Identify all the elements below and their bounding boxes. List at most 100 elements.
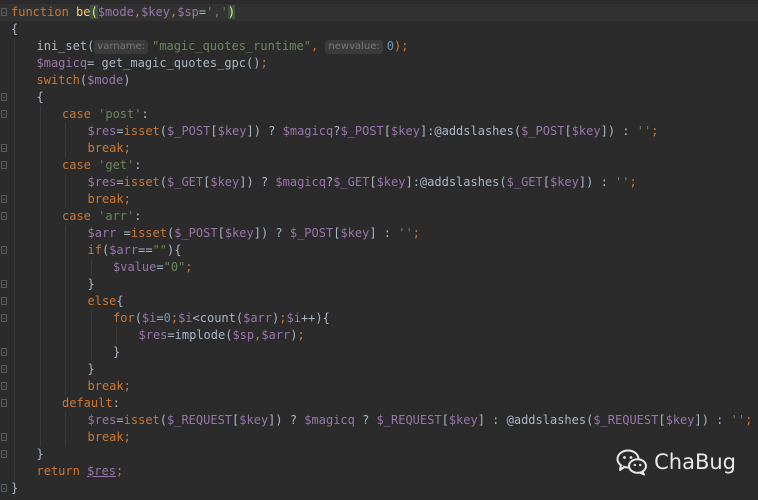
code-token: $res [139, 328, 168, 342]
code-token: $_POST [174, 226, 217, 240]
fold-marker-icon[interactable] [1, 8, 7, 16]
code-line[interactable]: break; [0, 140, 758, 157]
code-line[interactable]: case 'get': [0, 157, 758, 174]
code-token: $key [550, 175, 579, 189]
parameter-hint: newvalue: [325, 40, 382, 54]
code-token: be [76, 5, 90, 19]
code-text: break; [88, 140, 131, 157]
code-line[interactable]: break; [0, 429, 758, 446]
fold-marker-icon[interactable] [1, 144, 7, 152]
code-text: function be($mode,$key,$sp=',') [11, 4, 235, 21]
code-token: $mode [98, 5, 134, 19]
code-token: ]) : [695, 413, 731, 427]
code-token: $key [449, 413, 478, 427]
fold-marker-icon[interactable] [1, 433, 7, 441]
code-token: ; [260, 56, 267, 70]
code-token: case [62, 107, 98, 121]
code-token: $magicq [275, 175, 326, 189]
fold-marker-icon[interactable] [1, 161, 7, 169]
code-token: ( [90, 5, 97, 19]
code-token: $key [340, 226, 369, 240]
code-line[interactable]: $res=isset($_REQUEST[$key]) ? $magicq ? … [0, 412, 758, 429]
code-text: case 'post': [62, 106, 149, 123]
code-token: "" [153, 243, 167, 257]
code-line[interactable]: { [0, 21, 758, 38]
fold-marker-icon[interactable] [1, 365, 7, 373]
code-token: $_REQUEST [167, 413, 232, 427]
code-token: $res [88, 175, 117, 189]
fold-marker-icon[interactable] [1, 195, 7, 203]
code-token: $res [88, 413, 117, 427]
code-line[interactable]: for($i=0;$i<count($arr);$i++){ [0, 310, 758, 327]
code-line[interactable]: $res=implode($sp,$arr); [0, 327, 758, 344]
code-token: ; [298, 328, 305, 342]
code-editor[interactable]: function be($mode,$key,$sp=','){ini_set(… [0, 0, 758, 500]
code-line[interactable]: case 'arr': [0, 208, 758, 225]
code-line[interactable]: $res=isset($_POST[$key]) ? $magicq?$_POS… [0, 123, 758, 140]
code-token: isset [124, 124, 160, 138]
code-line[interactable]: case 'post': [0, 106, 758, 123]
code-token: ( [160, 175, 167, 189]
code-token: break [88, 379, 124, 393]
code-token: $key [141, 5, 170, 19]
code-token: [ [543, 175, 550, 189]
fold-marker-icon[interactable] [1, 484, 7, 492]
code-token: ( [135, 311, 142, 325]
code-token: $_GET [333, 175, 369, 189]
code-line[interactable]: if($arr==""){ [0, 242, 758, 259]
code-line[interactable]: $arr =isset($_POST[$key]) ? $_POST[$key]… [0, 225, 758, 242]
code-token: $res [88, 124, 117, 138]
code-token: ) [290, 328, 297, 342]
code-token: ',' [206, 5, 228, 19]
code-token: ]) ? [268, 413, 304, 427]
code-token: case [62, 158, 98, 172]
code-text: return $res; [37, 463, 124, 480]
fold-marker-icon[interactable] [1, 450, 7, 458]
fold-marker-icon[interactable] [1, 212, 7, 220]
code-token: $arr [261, 328, 290, 342]
code-token: ; [116, 464, 123, 478]
fold-marker-icon[interactable] [1, 93, 7, 101]
code-line[interactable]: } [0, 344, 758, 361]
code-text: $res=implode($sp,$arr); [139, 327, 305, 344]
code-line[interactable]: default: [0, 395, 758, 412]
code-token: : [134, 158, 141, 172]
code-token: ; [629, 175, 636, 189]
code-line[interactable]: $res=isset($_GET[$key]) ? $magicq?$_GET[… [0, 174, 758, 191]
code-token: ; [651, 124, 658, 138]
code-text: } [11, 480, 18, 497]
code-line[interactable]: break; [0, 191, 758, 208]
fold-marker-icon[interactable] [1, 348, 7, 356]
code-line[interactable]: break; [0, 378, 758, 395]
code-token: , [311, 39, 325, 53]
code-token: = [116, 175, 123, 189]
watermark-text: ChaBug [654, 450, 736, 474]
code-text: break; [88, 378, 131, 395]
code-text: case 'arr': [62, 208, 141, 225]
code-line[interactable]: switch($mode) [0, 72, 758, 89]
code-line[interactable]: } [0, 361, 758, 378]
code-token: $key [391, 124, 420, 138]
code-line[interactable]: } [0, 480, 758, 497]
fold-marker-icon[interactable] [1, 110, 7, 118]
code-line[interactable]: } [0, 276, 758, 293]
code-line[interactable]: function be($mode,$key,$sp=',') [0, 4, 758, 21]
fold-marker-icon[interactable] [1, 297, 7, 305]
code-line[interactable]: ini_set(varname:"magic_quotes_runtime", … [0, 38, 758, 55]
code-token: $key [377, 175, 406, 189]
fold-marker-icon[interactable] [1, 314, 7, 322]
fold-marker-icon[interactable] [1, 399, 7, 407]
code-line[interactable]: else{ [0, 293, 758, 310]
code-line[interactable]: $magicq= get_magic_quotes_gpc(); [0, 55, 758, 72]
code-line[interactable]: { [0, 89, 758, 106]
code-token: ] : @addslashes( [478, 413, 594, 427]
code-line[interactable]: $value="0"; [0, 259, 758, 276]
code-token: [ [218, 226, 225, 240]
fold-marker-icon[interactable] [1, 246, 7, 254]
code-token: ]) : [601, 124, 637, 138]
code-token: $key [210, 175, 239, 189]
code-token: 0 [387, 39, 394, 53]
fold-marker-icon[interactable] [1, 280, 7, 288]
fold-marker-icon[interactable] [1, 382, 7, 390]
code-token: $magicq [304, 413, 355, 427]
